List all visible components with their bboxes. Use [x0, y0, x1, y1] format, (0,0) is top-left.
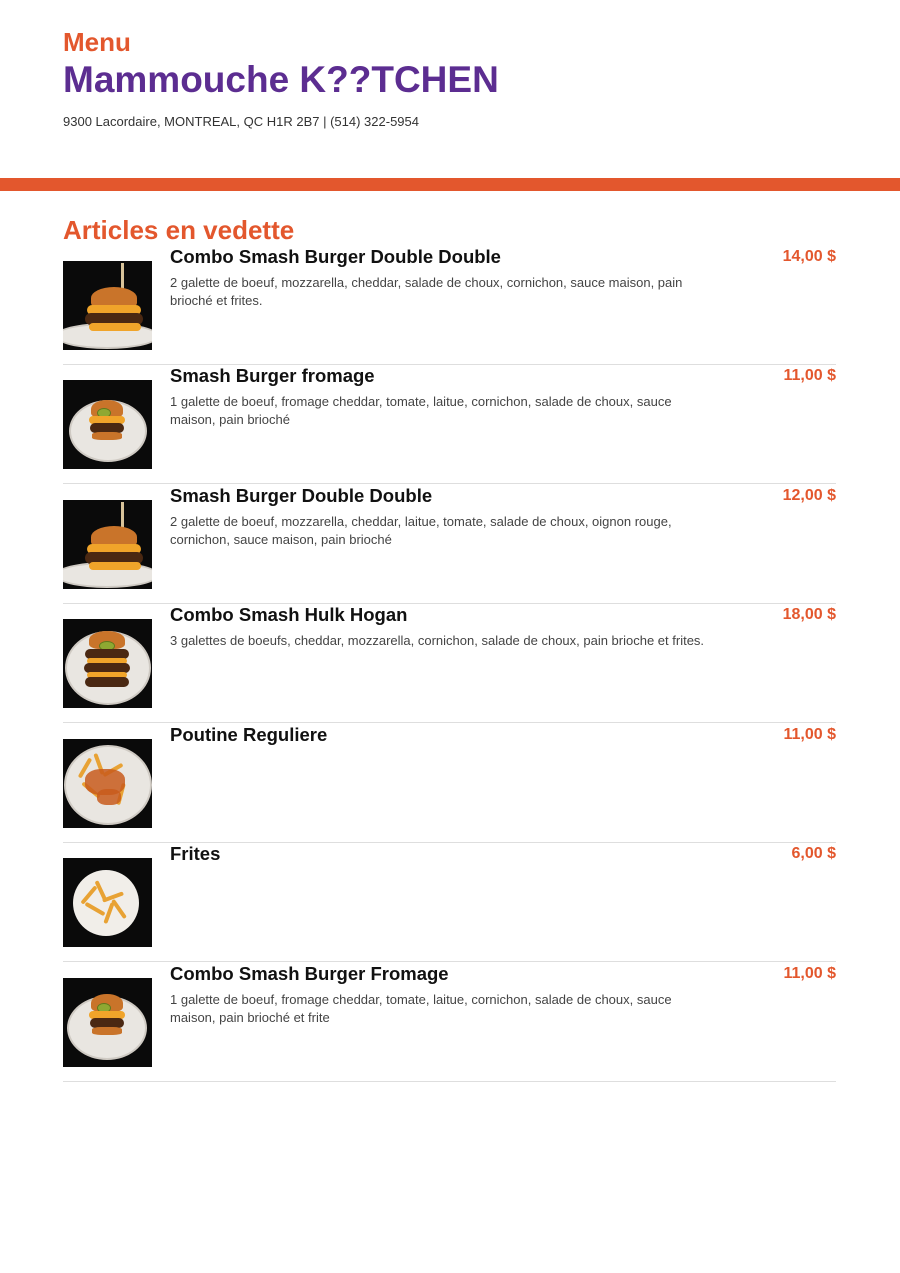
menu-header: Menu Mammouche K??TCHEN 9300 Lacordaire,…: [63, 26, 843, 130]
item-price: 6,00 $: [791, 845, 836, 862]
item-name: Frites: [170, 843, 221, 864]
menu-item[interactable]: Smash Burger Double Double 2 galette de …: [63, 485, 836, 604]
fries-photo: [63, 858, 152, 947]
item-name: Poutine Reguliere: [170, 724, 328, 745]
burger-pickle-photo: [63, 380, 152, 469]
item-name: Combo Smash Burger Double Double: [170, 246, 501, 267]
burger-double-skewer-photo: [63, 500, 152, 589]
item-description: 1 galette de boeuf, fromage cheddar, tom…: [170, 992, 672, 1025]
item-price: 11,00 $: [783, 965, 837, 982]
section-title: Articles en vedette: [63, 215, 295, 245]
menu-item[interactable]: Combo Smash Burger Fromage 1 galette de …: [63, 963, 836, 1082]
item-name: Smash Burger Double Double: [170, 485, 433, 506]
menu-item[interactable]: Combo Smash Hulk Hogan 3 galettes de boe…: [63, 604, 836, 723]
item-price: 14,00 $: [782, 248, 836, 265]
menu-item[interactable]: Poutine Reguliere 11,00 $: [63, 724, 836, 843]
accent-band: [0, 178, 900, 191]
burger-pickle-photo: [63, 978, 152, 1067]
menu-item[interactable]: Frites 6,00 $: [63, 843, 836, 962]
item-price: 11,00 $: [783, 726, 837, 743]
item-name: Smash Burger fromage: [170, 365, 375, 386]
item-description: 1 galette de boeuf, fromage cheddar, tom…: [170, 394, 672, 427]
item-price: 18,00 $: [782, 606, 836, 623]
restaurant-address: 9300 Lacordaire, MONTREAL, QC H1R 2B7 | …: [63, 114, 419, 129]
item-name: Combo Smash Burger Fromage: [170, 963, 449, 984]
item-description: 3 galettes de boeufs, cheddar, mozzarell…: [170, 633, 705, 648]
restaurant-name: Mammouche K??TCHEN: [63, 59, 499, 100]
item-description: 2 galette de boeuf, mozzarella, cheddar,…: [170, 275, 683, 308]
poutine-photo: [63, 739, 152, 828]
menu-item[interactable]: Combo Smash Burger Double Double 2 galet…: [63, 246, 836, 365]
item-name: Combo Smash Hulk Hogan: [170, 604, 408, 625]
burger-double-skewer-photo: [63, 261, 152, 350]
item-description: 2 galette de boeuf, mozzarella, cheddar,…: [170, 514, 672, 547]
burger-triple-photo: [63, 619, 152, 708]
menu-label: Menu: [63, 27, 131, 57]
menu-item[interactable]: Smash Burger fromage 1 galette de boeuf,…: [63, 365, 836, 484]
item-price: 11,00 $: [783, 367, 837, 384]
item-price: 12,00 $: [782, 487, 836, 504]
